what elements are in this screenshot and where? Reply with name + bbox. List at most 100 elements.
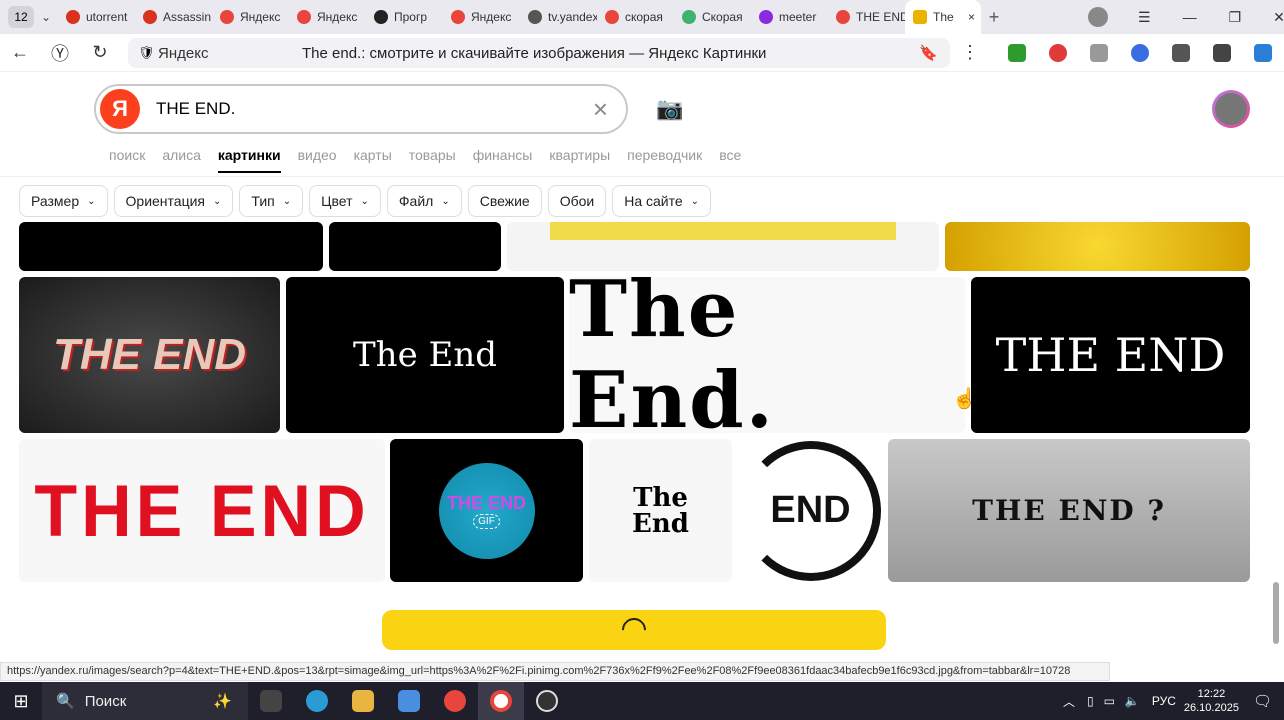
filter-chip[interactable]: Свежие [467,185,542,217]
tab-label: Assassin [163,10,212,24]
tab-service[interactable]: карты [354,147,392,173]
tab-active-service[interactable]: картинки [217,147,281,173]
favicon-icon [66,10,80,24]
tab[interactable]: Скорая [674,0,751,34]
filter-chip[interactable]: Цвет ⌄ [309,185,381,217]
chevron-up-icon[interactable]: ︿ [1063,693,1075,710]
scrollbar[interactable] [1273,582,1279,644]
image-tile[interactable] [507,222,939,271]
collections-icon[interactable] [1213,44,1231,62]
tab-service[interactable]: видео [298,147,337,173]
back-icon[interactable]: ← [0,42,40,63]
tab-label: Яндекс [471,10,512,24]
restore-icon[interactable]: ❐ [1229,9,1242,26]
windows-start-icon[interactable]: ⊞ [0,691,42,712]
tab[interactable]: tv.yandex [520,0,597,34]
image-tile[interactable] [329,222,501,271]
filter-chip[interactable]: Обои [547,185,607,217]
image-tile[interactable]: The End [286,277,564,433]
yandex-logo[interactable]: Я [100,89,140,129]
filter-chip[interactable]: Размер ⌄ [19,185,108,217]
tab-count-button[interactable]: 12 [8,6,34,28]
image-tile[interactable] [945,222,1250,271]
filter-label: На сайте [624,193,683,209]
tab[interactable]: Яндекс [289,0,366,34]
tab[interactable]: utorrent [58,0,135,34]
image-tile[interactable]: THE END ? [888,439,1250,582]
more-menu-icon[interactable]: ⋮ [950,42,990,63]
tab-service[interactable]: финансы [473,147,533,173]
image-tile[interactable]: THE END [19,439,385,582]
close-window-icon[interactable]: ✕ [1273,9,1284,26]
image-tile[interactable]: END [738,439,883,582]
tab-service[interactable]: квартиры [549,147,610,173]
filter-label: Тип [251,193,275,209]
filter-chip[interactable]: Файл ⌄ [386,185,462,217]
clock[interactable]: 12:22 26.10.2025 [1184,687,1239,715]
tab[interactable]: Assassin [135,0,212,34]
adblock-icon[interactable] [1049,44,1067,62]
tab[interactable]: Яндекс [443,0,520,34]
store-icon[interactable] [386,682,432,720]
minimize-icon[interactable]: — [1183,9,1197,25]
search-input[interactable]: THE END. [156,99,235,119]
load-more-button[interactable] [382,610,886,650]
tab-list-chevron-icon[interactable]: ⌄ [34,10,58,24]
downloads-icon[interactable] [1254,44,1272,62]
image-tile[interactable]: THE END GIF [390,439,583,582]
translate-ext-icon[interactable] [1131,44,1149,62]
tab-service[interactable]: товары [409,147,456,173]
image-text: THE END [52,330,247,379]
reload-icon[interactable]: ↻ [80,42,120,63]
image-tile[interactable]: THE END [971,277,1250,433]
camera-icon[interactable]: 📷 [656,96,683,122]
taskbar-search[interactable]: 🔍 Поиск ✨ [42,682,248,720]
filter-chip[interactable]: На сайте ⌄ [612,185,712,217]
tab-close-icon[interactable]: × [968,10,975,24]
yandex-browser-icon[interactable] [478,682,524,720]
tab-service[interactable]: переводчик [627,147,702,173]
yandex-home-icon[interactable]: Ⓨ [40,40,80,66]
edge-icon[interactable] [294,682,340,720]
tab-service[interactable]: поиск [109,147,145,173]
image-tile[interactable] [19,222,323,271]
language-indicator[interactable]: РУС [1152,694,1176,708]
explorer-icon[interactable] [340,682,386,720]
yandex-icon[interactable] [432,682,478,720]
battery-icon[interactable]: ▯ [1087,694,1094,708]
image-tile[interactable]: The End [589,439,732,582]
tab[interactable]: скорая [597,0,674,34]
tab[interactable]: Яндекс [212,0,289,34]
screenshot-ext-icon[interactable] [1090,44,1108,62]
chevron-down-icon: ⌄ [282,195,292,207]
tab[interactable]: THE END [828,0,905,34]
volume-icon[interactable]: 🔈 [1125,694,1140,708]
tab-service[interactable]: алиса [162,147,201,173]
media-ext-icon[interactable] [1172,44,1190,62]
new-tab-button[interactable]: + [981,7,1007,28]
tab[interactable]: meeter [751,0,828,34]
profile-icon[interactable] [1088,7,1108,27]
tab[interactable]: Прогр [366,0,443,34]
image-tile[interactable]: The End. [569,277,965,433]
menu-icon[interactable]: ☰ [1138,9,1151,26]
clear-icon[interactable]: × [593,94,608,125]
favicon-icon [143,10,157,24]
download-ext-icon[interactable] [1008,44,1026,62]
filter-chip[interactable]: Тип ⌄ [239,185,304,217]
image-tile[interactable]: THE END [19,277,280,433]
tab-service[interactable]: все [719,147,741,173]
tab-label: tv.yandex [548,10,597,24]
notifications-icon[interactable]: 🗨 [1253,692,1272,710]
image-text: The End [353,335,497,375]
network-icon[interactable]: ▭ [1104,694,1115,708]
task-view-icon[interactable] [248,682,294,720]
filter-chip[interactable]: Ориентация ⌄ [113,185,234,217]
avatar[interactable] [1212,90,1250,128]
time: 12:22 [1197,688,1226,700]
recorder-icon[interactable] [524,682,570,720]
search-box[interactable]: Я THE END. × [94,84,628,134]
tab-active[interactable]: The × [905,0,981,34]
address-bar[interactable]: 🛡 Яндекс The end.: смотрите и скачивайте… [128,38,950,68]
bookmark-icon[interactable]: 🔖 [919,44,938,62]
